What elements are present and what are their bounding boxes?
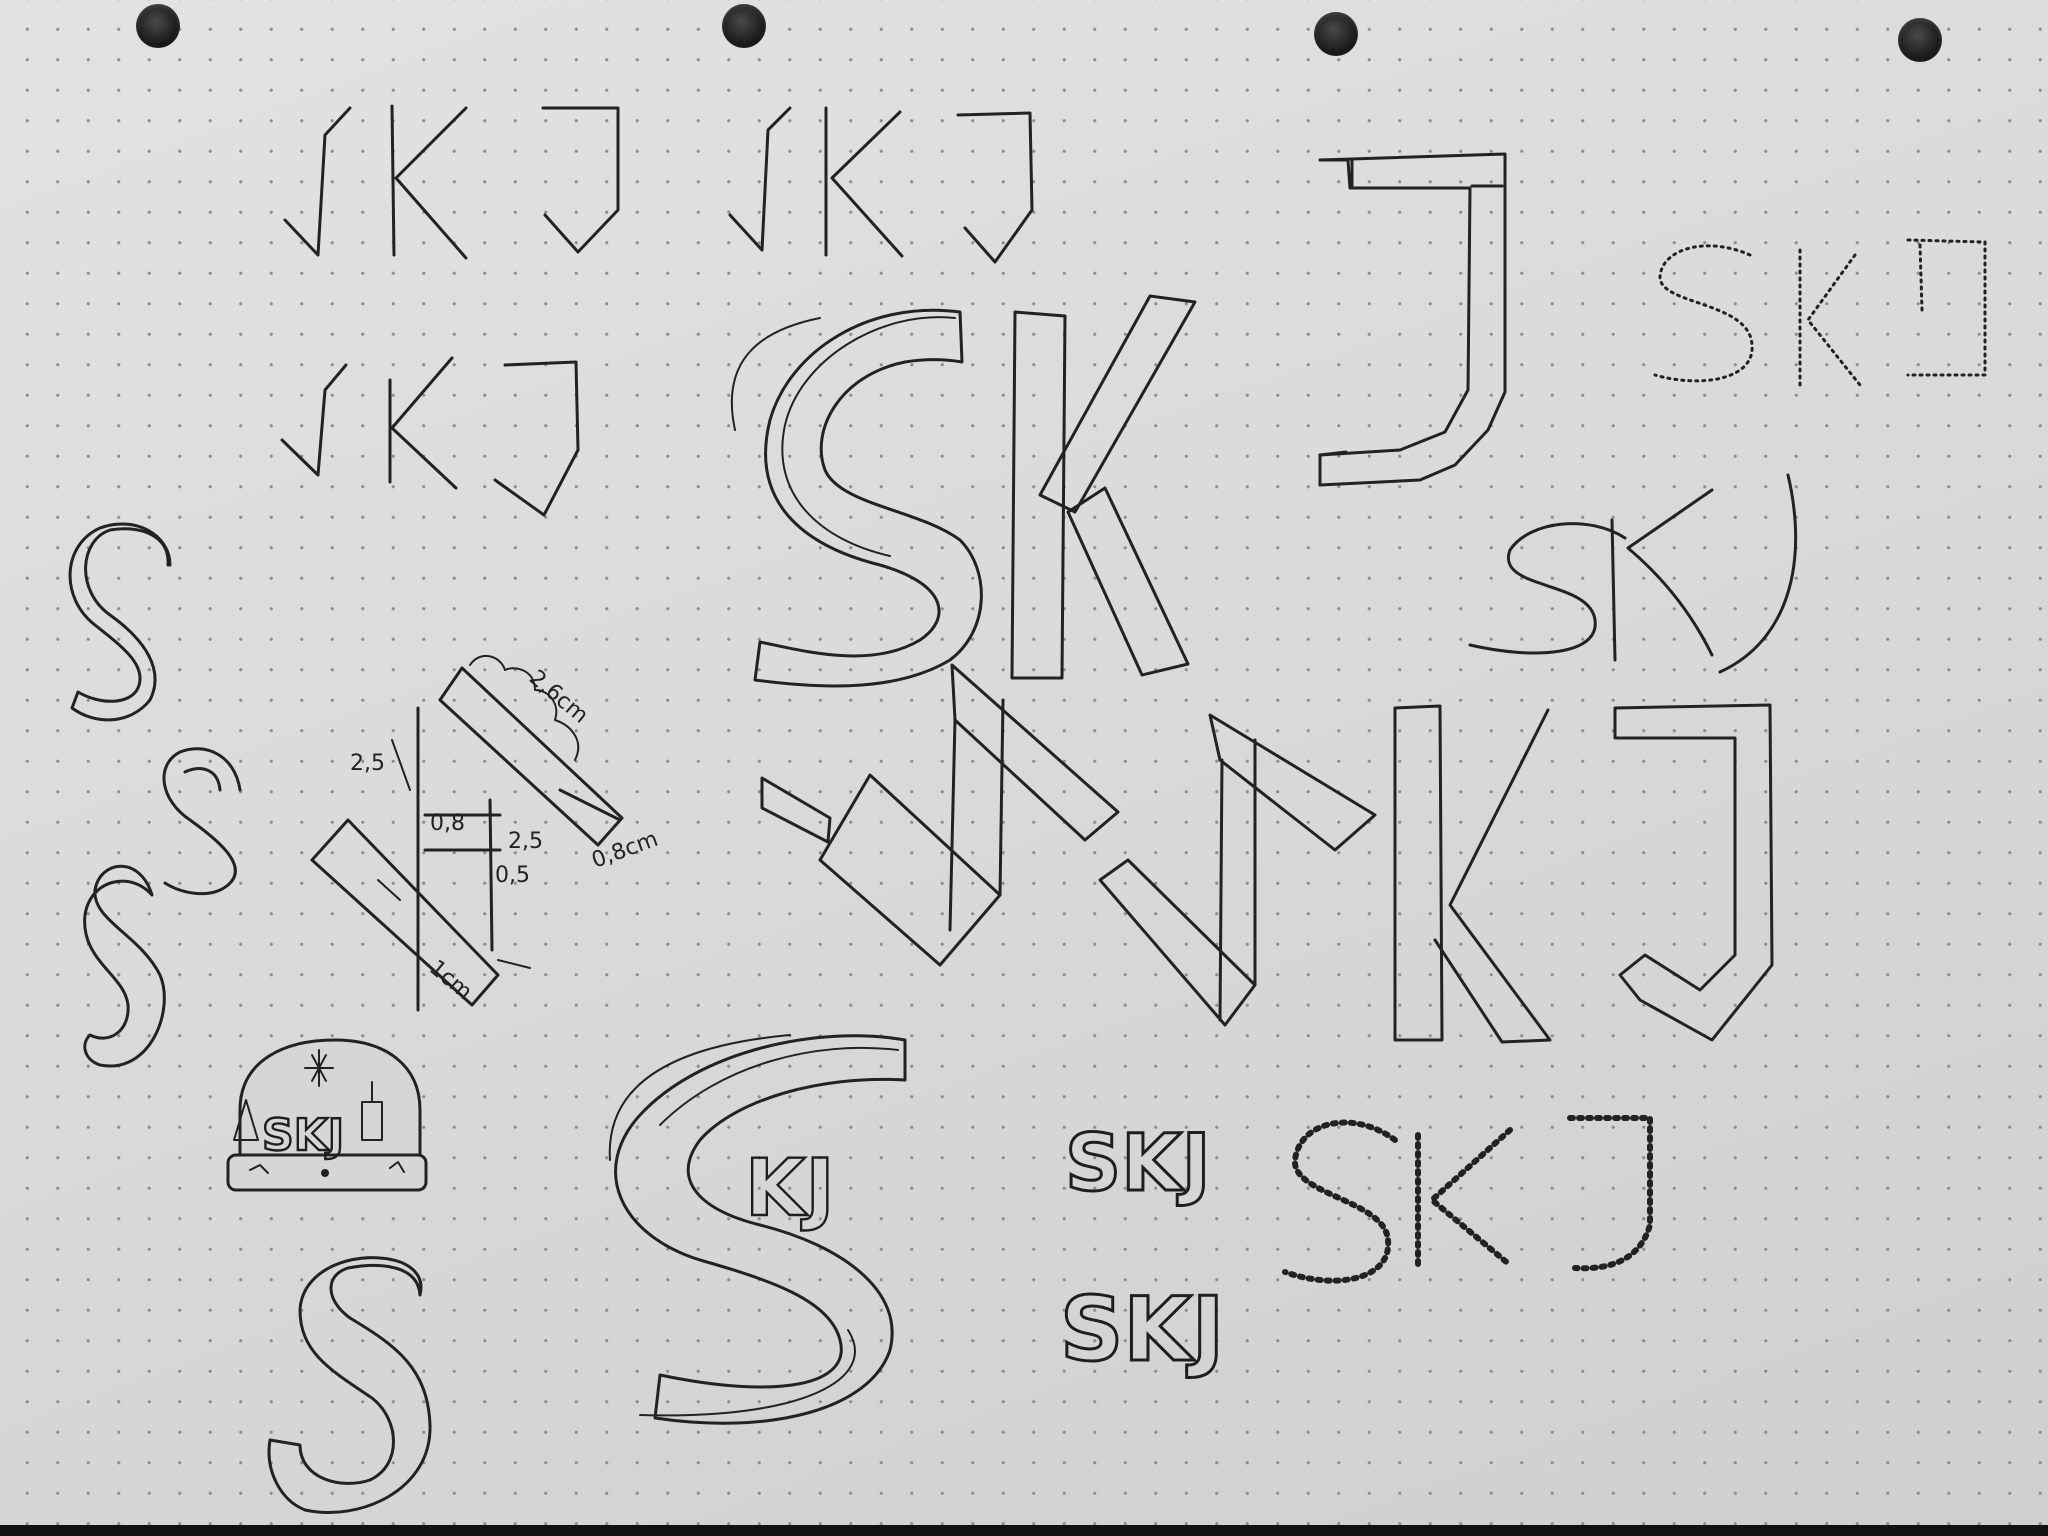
hat-skj-label: SKJ [262, 1110, 344, 1161]
cursive-skj [1468, 473, 1798, 674]
measure-2-5-mid: 2,5 [508, 829, 543, 854]
small-skj-2: SKJ [1060, 1278, 1224, 1381]
small-skj-1: SKJ [1065, 1119, 1211, 1209]
s-outline-2 [162, 747, 242, 896]
s-outline-1 [68, 522, 172, 722]
skj-line-sketch-2 [728, 106, 1034, 264]
s-overlay-kj: KJ [745, 1144, 834, 1234]
skj-line-sketch-3 [280, 356, 580, 517]
sketch-drawing: 2,6cm 2,5 0,8 2,5 0,5 0,8cm 1cm SKJ KJ S… [68, 104, 1987, 1514]
rayed-skj [1282, 1115, 1653, 1284]
measure-0-8cm: 0,8cm [589, 827, 662, 874]
measure-1cm: 1cm [424, 955, 476, 1005]
big-j-outline [1318, 152, 1507, 487]
big-s-outline [730, 308, 983, 688]
measure-0-8-inner: 0,8 [430, 811, 465, 836]
measure-2-5-left: 2,5 [350, 751, 385, 776]
angular-skj-outline [760, 663, 1774, 1044]
s-outline-bottom [267, 1256, 432, 1514]
s-outline-3 [83, 864, 166, 1068]
measure-2-6cm: 2,6cm [524, 665, 593, 728]
measure-0-5: 0,5 [495, 863, 530, 888]
dotted-skj [1653, 238, 1987, 392]
skj-line-sketch-1 [283, 104, 620, 260]
big-k-outline [1010, 294, 1197, 680]
